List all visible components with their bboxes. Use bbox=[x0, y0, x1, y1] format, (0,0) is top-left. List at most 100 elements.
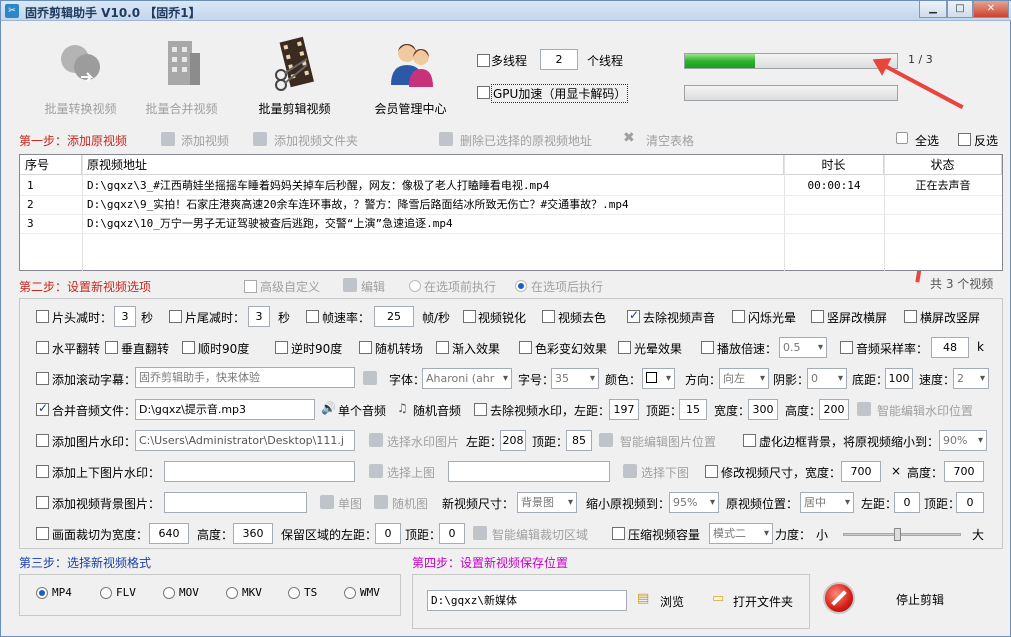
samplerate-checkbox[interactable] bbox=[840, 341, 853, 354]
video-table[interactable]: 序号 原视频地址 时长 状态 1 D:\gqxz\3_#江西萌娃坐摇摇车睡着妈妈… bbox=[19, 154, 1003, 272]
bottom-img-input[interactable] bbox=[448, 461, 610, 482]
font-select[interactable]: Aharoni (ahr bbox=[422, 368, 512, 389]
shadow-select[interactable]: 0 bbox=[807, 368, 847, 389]
samplerate-input[interactable]: 48 bbox=[931, 337, 969, 358]
format-radio-wmv[interactable] bbox=[344, 587, 356, 599]
strength-slider[interactable] bbox=[843, 528, 961, 541]
blur-bg-checkbox[interactable] bbox=[743, 434, 756, 447]
single-audio-button[interactable]: 单个音频 bbox=[338, 402, 386, 419]
position-select[interactable]: 居中 bbox=[800, 492, 854, 513]
top-img-input[interactable] bbox=[164, 461, 355, 482]
flash-checkbox[interactable] bbox=[732, 310, 745, 323]
gpu-checkbox[interactable] bbox=[477, 86, 490, 99]
new-size-select[interactable]: 背景图 bbox=[517, 492, 577, 513]
compress-checkbox[interactable] bbox=[612, 527, 625, 540]
img-top-input[interactable]: 85 bbox=[566, 430, 592, 451]
speed2-select[interactable]: 2 bbox=[953, 368, 989, 389]
speed-checkbox[interactable] bbox=[701, 341, 714, 354]
rand-trans-checkbox[interactable] bbox=[359, 341, 372, 354]
col-header-status[interactable]: 状态 bbox=[884, 155, 1002, 175]
wm-left-input[interactable]: 197 bbox=[609, 399, 639, 420]
rot90-checkbox[interactable] bbox=[182, 341, 195, 354]
merge-audio-checkbox[interactable] bbox=[36, 401, 49, 416]
col-header-no[interactable]: 序号 bbox=[20, 155, 82, 175]
select-all-button[interactable]: 全选 bbox=[915, 132, 939, 149]
tail-cut-input[interactable]: 3 bbox=[248, 306, 270, 327]
smart-crop-button[interactable]: 智能编辑裁切区域 bbox=[492, 526, 588, 543]
open-folder-button[interactable]: 打开文件夹 bbox=[733, 593, 793, 610]
top2-input[interactable]: 0 bbox=[956, 492, 984, 513]
left2-input[interactable]: 0 bbox=[894, 492, 920, 513]
fps-checkbox[interactable] bbox=[306, 310, 319, 323]
format-radio-flv[interactable] bbox=[100, 587, 112, 599]
wm-top-input[interactable]: 15 bbox=[679, 399, 707, 420]
crop-height-input[interactable]: 360 bbox=[233, 523, 273, 544]
add-video-button[interactable]: 添加视频 bbox=[181, 132, 229, 149]
before-radio[interactable] bbox=[409, 280, 421, 292]
add-folder-button[interactable]: 添加视频文件夹 bbox=[274, 132, 358, 149]
save-path-input[interactable]: D:\gqxz\新媒体 bbox=[427, 590, 627, 611]
col-header-path[interactable]: 原视频地址 bbox=[82, 155, 784, 175]
batch-convert-button[interactable]: 批量转换视频 bbox=[33, 35, 128, 117]
bg-img-input[interactable] bbox=[164, 492, 307, 513]
batch-edit-button[interactable]: 批量剪辑视频 bbox=[247, 35, 342, 117]
browse-button[interactable]: 浏览 bbox=[660, 593, 684, 610]
bg-img-checkbox[interactable] bbox=[36, 496, 49, 509]
format-radio-ts[interactable] bbox=[288, 587, 300, 599]
rm-watermark-checkbox[interactable] bbox=[474, 403, 487, 416]
size-select[interactable]: 35 bbox=[551, 368, 599, 389]
choose-wm-button[interactable]: 选择水印图片 bbox=[387, 433, 459, 450]
keep-left-input[interactable]: 0 bbox=[375, 523, 401, 544]
hflip-checkbox[interactable] bbox=[36, 341, 49, 354]
stop-icon[interactable] bbox=[823, 582, 855, 614]
wm-width-input[interactable]: 300 bbox=[748, 399, 778, 420]
single-img-button[interactable]: 单图 bbox=[338, 495, 362, 512]
close-button[interactable]: ✕ bbox=[973, 1, 1009, 18]
resize-checkbox[interactable] bbox=[705, 465, 718, 478]
color-select[interactable] bbox=[642, 368, 675, 389]
edit-button[interactable]: 编辑 bbox=[361, 278, 385, 295]
smart-img-button[interactable]: 智能编辑图片位置 bbox=[620, 433, 716, 450]
choose-bottom-button[interactable]: 选择下图 bbox=[641, 464, 689, 481]
scroll-sub-checkbox[interactable] bbox=[36, 372, 49, 385]
wm-height-input[interactable]: 200 bbox=[819, 399, 849, 420]
random-img-button[interactable]: 随机图 bbox=[392, 495, 428, 512]
fps-input[interactable]: 25 bbox=[374, 306, 414, 327]
head-cut-checkbox[interactable] bbox=[36, 310, 49, 323]
compress-mode-select[interactable]: 模式二 bbox=[709, 523, 773, 544]
h2v-checkbox[interactable] bbox=[904, 310, 917, 323]
head-cut-input[interactable]: 3 bbox=[114, 306, 136, 327]
vflip-checkbox[interactable] bbox=[105, 341, 118, 354]
color-fx-checkbox[interactable] bbox=[519, 341, 532, 354]
img-left-input[interactable]: 208 bbox=[500, 430, 526, 451]
bottom-input[interactable]: 100 bbox=[885, 368, 913, 389]
stop-button[interactable]: 停止剪辑 bbox=[896, 591, 944, 608]
advanced-checkbox[interactable] bbox=[244, 280, 257, 293]
after-radio[interactable] bbox=[515, 280, 527, 292]
v2h-checkbox[interactable] bbox=[811, 310, 824, 323]
decolor-checkbox[interactable] bbox=[542, 310, 555, 323]
tb-img-checkbox[interactable] bbox=[36, 465, 49, 478]
multithread-checkbox[interactable] bbox=[477, 54, 490, 67]
random-audio-button[interactable]: 随机音频 bbox=[413, 402, 461, 419]
scroll-sub-input[interactable]: 固乔剪辑助手，快来体验 bbox=[135, 367, 355, 388]
invert-checkbox[interactable] bbox=[958, 133, 971, 146]
smart-wm-button[interactable]: 智能编辑水印位置 bbox=[877, 402, 973, 419]
minimize-button[interactable]: ▁ bbox=[919, 1, 947, 18]
format-radio-mkv[interactable] bbox=[226, 587, 238, 599]
blur-select[interactable]: 90% bbox=[939, 430, 987, 451]
batch-merge-button[interactable]: 批量合并视频 bbox=[134, 35, 229, 117]
crop-checkbox[interactable] bbox=[36, 527, 49, 540]
remove-audio-checkbox[interactable] bbox=[627, 308, 640, 323]
tail-cut-checkbox[interactable] bbox=[169, 310, 182, 323]
format-radio-mov[interactable] bbox=[163, 587, 175, 599]
img-wm-checkbox[interactable] bbox=[36, 434, 49, 447]
choose-top-button[interactable]: 选择上图 bbox=[387, 464, 435, 481]
resize-height-input[interactable]: 700 bbox=[944, 461, 984, 482]
img-path-input[interactable]: C:\Users\Administrator\Desktop\111.j bbox=[135, 430, 355, 451]
shrink-select[interactable]: 95% bbox=[669, 492, 719, 513]
audio-path-input[interactable]: D:\gqxz\提示音.mp3 bbox=[135, 399, 315, 420]
clear-table-button[interactable]: 清空表格 bbox=[646, 132, 694, 149]
maximize-button[interactable]: □ bbox=[947, 1, 973, 18]
fade-in-checkbox[interactable] bbox=[436, 341, 449, 354]
